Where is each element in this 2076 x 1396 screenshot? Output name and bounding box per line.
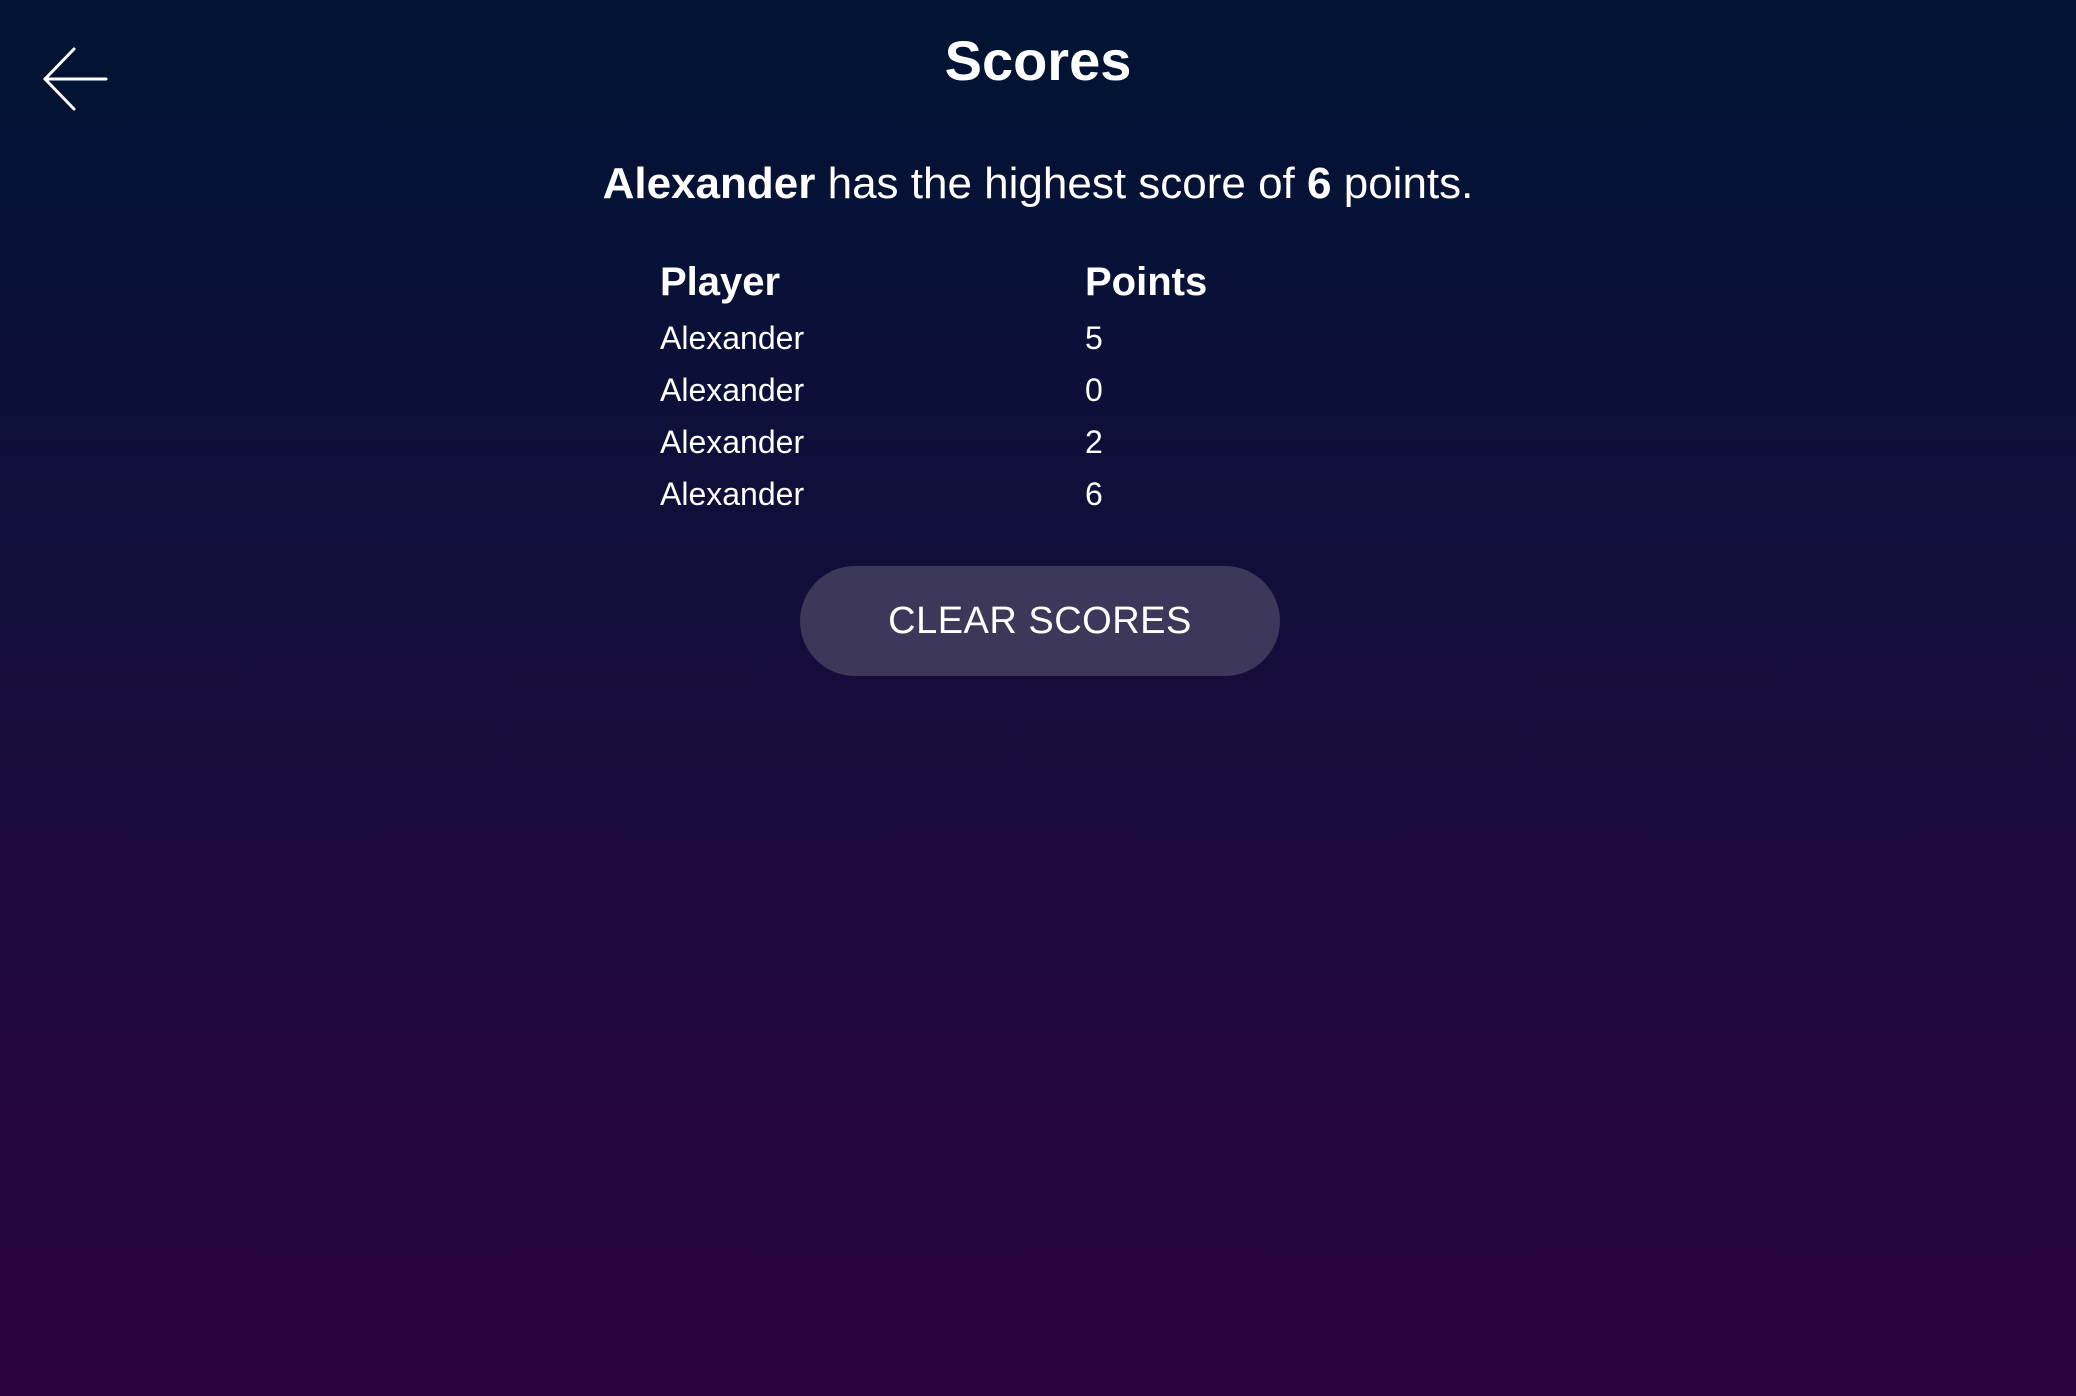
player-cell: Alexander xyxy=(660,423,805,460)
column-header-points: Points xyxy=(1085,259,1208,304)
high-score-summary: Alexander has the highest score of 6 poi… xyxy=(0,150,2076,218)
high-score-value: 6 xyxy=(1307,159,1332,208)
summary-middle-text: has the highest score of xyxy=(815,159,1308,208)
points-cell: 2 xyxy=(1085,423,1103,460)
player-cell: Alexander xyxy=(660,475,805,512)
scores-table: Player Points Alexander 5 Alexander 0 Al… xyxy=(660,252,1335,520)
player-cell: Alexander xyxy=(660,371,805,408)
table-row: Alexander 0 xyxy=(660,364,1335,416)
points-cell: 6 xyxy=(1085,475,1103,512)
points-cell: 0 xyxy=(1085,371,1103,408)
player-cell: Alexander xyxy=(660,319,805,356)
summary-end-text: points. xyxy=(1331,159,1474,208)
column-header-player: Player xyxy=(660,259,781,304)
leader-name: Alexander xyxy=(602,159,816,208)
points-cell: 5 xyxy=(1085,319,1103,356)
page-title: Scores xyxy=(944,29,1132,92)
table-row: Alexander 2 xyxy=(660,416,1335,468)
table-row: Alexander 5 xyxy=(660,312,1335,364)
clear-scores-button[interactable]: CLEAR SCORES xyxy=(800,566,1280,676)
table-header-row: Player Points xyxy=(660,252,1335,312)
table-row: Alexander 6 xyxy=(660,468,1335,520)
